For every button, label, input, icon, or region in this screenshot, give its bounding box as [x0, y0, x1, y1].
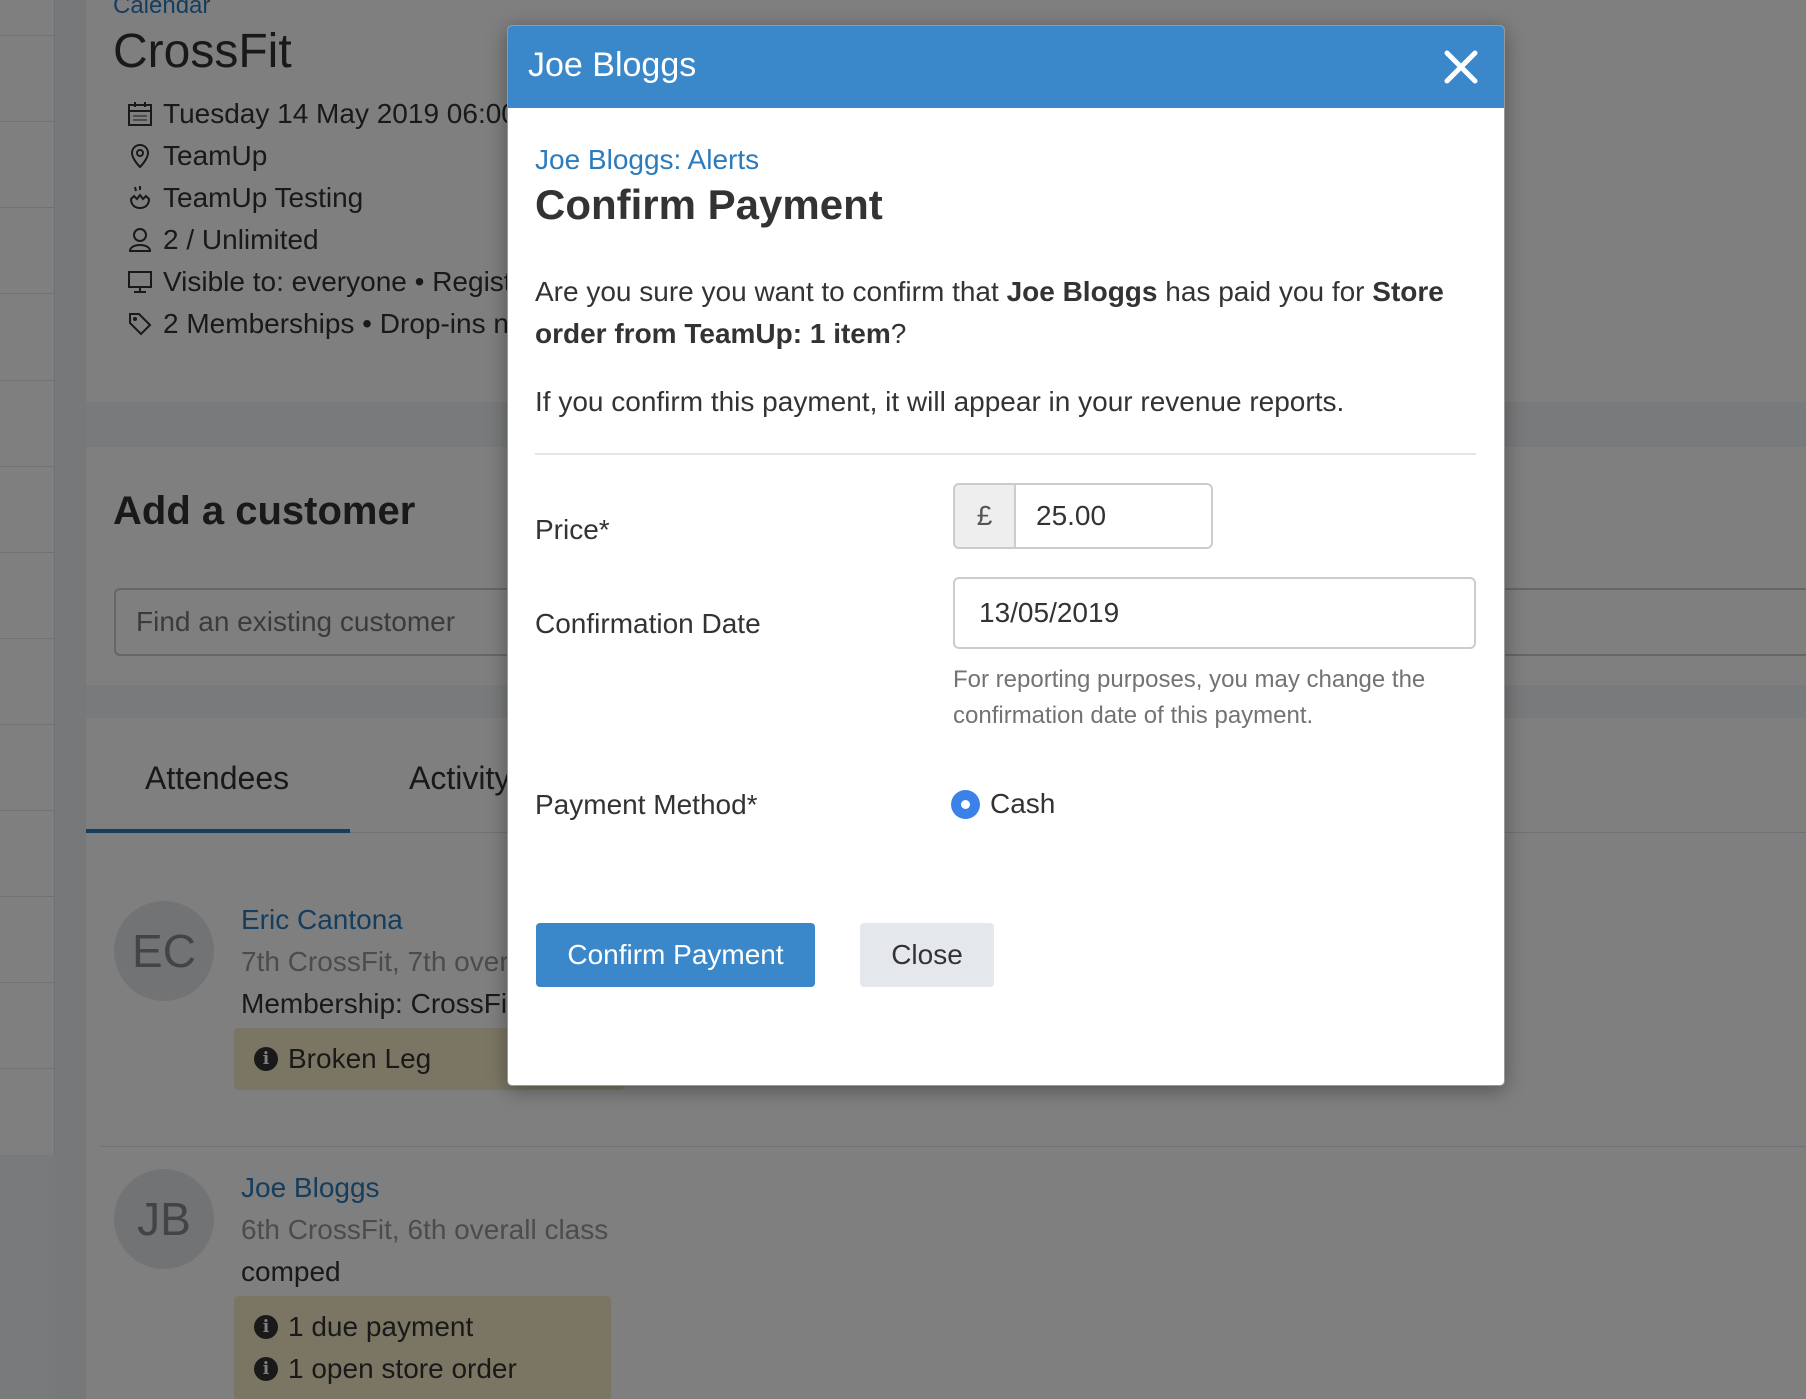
radio-selected-icon[interactable]	[951, 789, 980, 819]
price-input-group: £	[953, 483, 1213, 549]
modal-header: Joe Bloggs	[508, 26, 1504, 108]
price-input[interactable]	[1014, 483, 1213, 549]
close-icon[interactable]	[1441, 47, 1481, 87]
confirmation-question: Are you sure you want to confirm that Jo…	[535, 276, 1444, 349]
customer-alerts-link[interactable]: Joe Bloggs: Alerts	[535, 144, 759, 176]
confirm-payment-modal: Joe Bloggs Joe Bloggs: Alerts Confirm Pa…	[507, 25, 1505, 1086]
confirmation-date-help: For reporting purposes, you may change t…	[953, 666, 1426, 729]
price-label: Price*	[535, 514, 610, 545]
currency-addon: £	[953, 483, 1014, 549]
payment-method-option-label: Cash	[990, 788, 1056, 819]
payment-method-label: Payment Method*	[535, 789, 758, 820]
modal-title: Joe Bloggs	[528, 46, 697, 84]
revenue-note: If you confirm this payment, it will app…	[535, 386, 1345, 417]
confirmation-date-input[interactable]	[953, 577, 1476, 649]
divider	[535, 453, 1476, 455]
confirm-payment-button[interactable]: Confirm Payment	[536, 923, 815, 987]
payment-method-cash-radio[interactable]: Cash	[951, 788, 1055, 820]
modal-heading: Confirm Payment	[535, 181, 883, 228]
confirmation-date-label: Confirmation Date	[535, 608, 761, 639]
close-button[interactable]: Close	[860, 923, 994, 987]
customer-name: Joe Bloggs	[1006, 276, 1158, 307]
